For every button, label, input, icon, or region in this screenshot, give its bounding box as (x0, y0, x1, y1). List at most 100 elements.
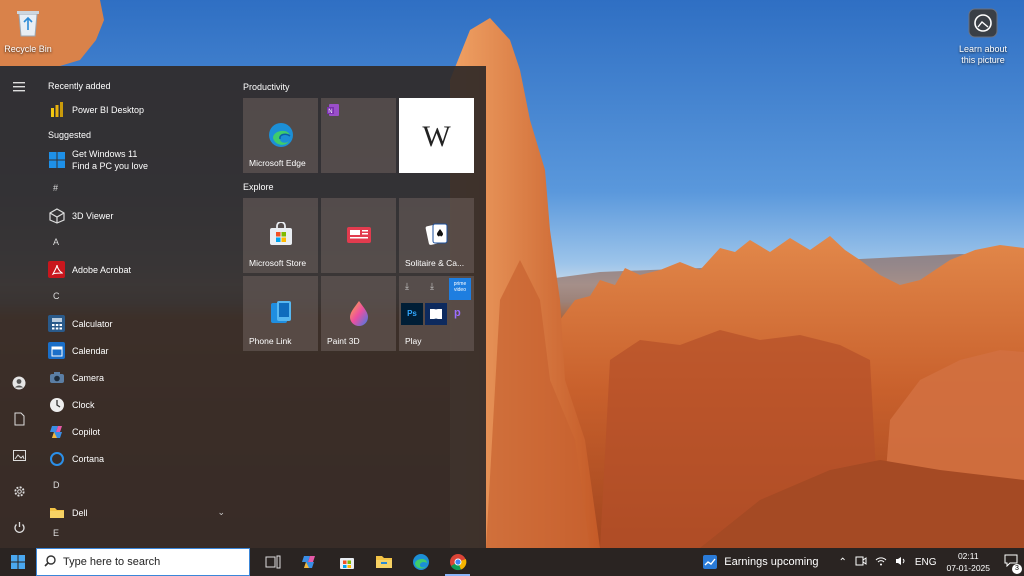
search-icon (37, 554, 63, 570)
news-widget[interactable]: Earnings upcoming (702, 554, 818, 570)
prime-video-icon: prime video (449, 278, 471, 300)
app-cortana[interactable]: Cortana (38, 445, 233, 472)
edge-icon (412, 554, 429, 570)
settings-gear-icon[interactable] (10, 482, 28, 500)
app-label: Calendar (72, 345, 109, 356)
download-icon: ⤓ (405, 281, 409, 291)
download-icon: ⤓ (430, 281, 434, 291)
app-label: Clock (72, 399, 95, 410)
tile-play-folder[interactable]: ⤓ ⤓ prime video Ps p Play (399, 276, 474, 351)
solitaire-cards-icon (424, 222, 450, 248)
app-adobe-acrobat[interactable]: Adobe Acrobat (38, 256, 233, 283)
app-label: 3D Viewer (72, 210, 114, 221)
clock-date: 07-01-2025 (946, 563, 990, 573)
app-copilot[interactable]: Copilot (38, 418, 233, 445)
app-calculator[interactable]: Calculator (38, 310, 233, 337)
windows-logo-icon (48, 152, 65, 169)
picsart-icon: p (454, 307, 461, 319)
letter-header-hash[interactable]: # (38, 175, 233, 202)
app-label: Power BI Desktop (72, 104, 145, 115)
taskbar-search[interactable]: Type here to search (36, 548, 250, 576)
task-view-button[interactable] (254, 548, 291, 576)
start-button[interactable] (0, 548, 36, 576)
learn-picture-shortcut[interactable]: Learn about this picture (953, 8, 1013, 66)
pictures-icon[interactable] (10, 446, 28, 464)
group-title-explore[interactable]: Explore (243, 176, 475, 198)
recently-added-header: Recently added (48, 81, 111, 91)
app-label: Calculator (72, 318, 113, 329)
app-label: Camera (72, 372, 105, 383)
hamburger-icon[interactable] (10, 78, 28, 96)
taskbar-store[interactable] (328, 548, 365, 576)
system-tray: Earnings upcoming ⌃ ENG 02:11 07-01-2025… (702, 548, 1024, 576)
letter-header-a[interactable]: A (38, 229, 233, 256)
app-label: Copilot (72, 426, 101, 437)
suggested-windows11[interactable]: Get Windows 11 Find a PC you love (38, 145, 233, 175)
tile-solitaire[interactable]: Solitaire & Ca... (399, 198, 474, 273)
clock-time: 02:11 (957, 551, 979, 561)
app-label: Cortana (72, 453, 105, 464)
suggested-subtitle: Find a PC you love (72, 161, 149, 171)
recycle-bin-icon (0, 6, 58, 41)
calendar-icon (48, 342, 65, 359)
search-placeholder: Type here to search (63, 556, 161, 568)
account-icon[interactable] (10, 374, 28, 392)
taskbar-edge[interactable] (402, 548, 439, 576)
letter-header-e[interactable]: E (38, 526, 233, 540)
tile-onenote[interactable]: N (321, 98, 396, 173)
windows-logo-icon (11, 555, 25, 569)
calculator-icon (48, 315, 65, 332)
power-icon[interactable] (10, 518, 28, 536)
tile-label: Microsoft Edge (249, 158, 306, 168)
chevron-up-icon[interactable]: ⌃ (838, 557, 846, 568)
paint-drop-icon (348, 300, 370, 328)
volume-icon[interactable] (895, 556, 907, 569)
app-clock[interactable]: Clock (38, 391, 233, 418)
news-label: Earnings upcoming (724, 556, 819, 568)
recycle-bin-shortcut[interactable]: Recycle Bin (0, 6, 58, 55)
app-calendar[interactable]: Calendar (38, 337, 233, 364)
onenote-icon: N (327, 104, 339, 118)
task-view-icon (265, 555, 280, 569)
start-rail (0, 66, 38, 548)
cube-icon (48, 207, 65, 224)
recycle-bin-label: Recycle Bin (4, 44, 52, 54)
language-indicator[interactable]: ENG (915, 557, 937, 568)
tile-label: Play (405, 336, 422, 346)
tile-label: Phone Link (249, 336, 292, 346)
camera-landscape-icon (953, 8, 1013, 41)
app-3d-viewer[interactable]: 3D Viewer (38, 202, 233, 229)
tile-wikipedia[interactable]: W (399, 98, 474, 173)
letter-header-c[interactable]: C (38, 283, 233, 310)
wifi-icon[interactable] (875, 556, 887, 569)
suggested-header: Suggested (48, 130, 92, 140)
tile-microsoft-edge[interactable]: Microsoft Edge (243, 98, 318, 173)
tile-paint-3d[interactable]: Paint 3D (321, 276, 396, 351)
group-title-productivity[interactable]: Productivity (243, 76, 475, 98)
app-camera[interactable]: Camera (38, 364, 233, 391)
app-folder-dell[interactable]: Dell ⌄ (38, 499, 233, 526)
learn-picture-label: Learn about this picture (958, 44, 1008, 65)
notification-badge: 3 (1012, 564, 1022, 574)
chevron-down-icon[interactable]: ⌄ (217, 507, 225, 518)
tile-phone-link[interactable]: Phone Link (243, 276, 318, 351)
meet-now-icon[interactable] (855, 555, 867, 570)
notification-center-button[interactable]: 3 (998, 554, 1024, 574)
clock[interactable]: 02:11 07-01-2025 (947, 550, 990, 574)
taskbar-chrome[interactable] (439, 548, 476, 576)
photoshop-icon: Ps (401, 303, 423, 325)
letter-header-d[interactable]: D (38, 472, 233, 499)
app-power-bi[interactable]: Power BI Desktop (38, 96, 233, 123)
copilot-icon (301, 556, 315, 568)
taskbar-file-explorer[interactable] (365, 548, 402, 576)
folder-icon (375, 556, 392, 568)
documents-icon[interactable] (10, 410, 28, 428)
store-bag-icon (339, 558, 354, 569)
tile-label: Paint 3D (327, 336, 360, 346)
suggested-title: Get Windows 11 (72, 149, 138, 159)
tile-label: Solitaire & Ca... (405, 258, 465, 268)
tile-microsoft-store[interactable]: Microsoft Store (243, 198, 318, 273)
tile-news[interactable] (321, 198, 396, 273)
taskbar-copilot[interactable] (291, 548, 328, 576)
stock-chart-icon (703, 555, 718, 569)
